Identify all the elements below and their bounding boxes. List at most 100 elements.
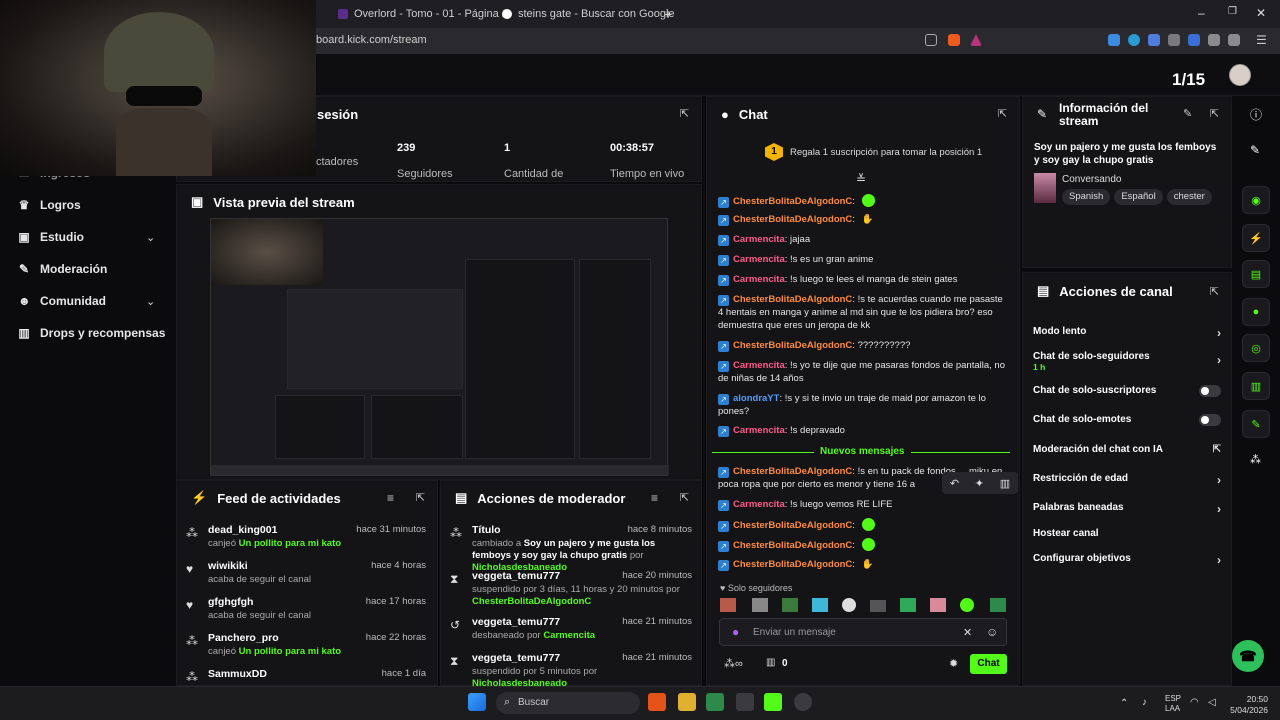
language-indicator[interactable]: ESP LAA (1165, 694, 1181, 714)
tag-chip[interactable]: Spanish (1062, 189, 1111, 205)
feed-item[interactable]: ♥ gfghgfgh hace 17 horas acaba de seguir el… (186, 596, 430, 626)
chat-message[interactable]: ↗ alondraYT: !s y si te invio un traje de… (718, 392, 1008, 418)
kick-emote-icon[interactable] (861, 194, 875, 207)
feed-item[interactable]: ♥ wiwikiki hace 4 horas acaba de seguir el … (186, 560, 430, 590)
settings-icon[interactable]: ✹ (949, 657, 958, 670)
chat-message[interactable]: ↗ Carmencita: !s luego vemos RE LIFE (718, 498, 1008, 511)
channel-action-row[interactable]: Modo lento › (1033, 326, 1221, 340)
chat-input[interactable]: ● Enviar un mensaje ✕ ☺ (719, 618, 1007, 646)
chat-username[interactable]: ChesterBolitaDeAlgodonC (733, 340, 852, 351)
chat-username[interactable]: alondraYT (733, 393, 779, 404)
emote-icon[interactable] (930, 598, 946, 612)
chat-username[interactable]: ChesterBolitaDeAlgodonC (733, 520, 852, 531)
chevron-right-icon[interactable]: › (1217, 326, 1221, 340)
emote-icon[interactable] (990, 598, 1006, 612)
feed-item[interactable]: ⁂ dead_king001 hace 31 minutos canjeó Un po… (186, 524, 430, 554)
channel-action-row[interactable]: Chat de solo-seguidores 1 h › (1033, 351, 1221, 372)
gift-sub-text[interactable]: Regala 1 suscripción para tomar la posic… (790, 147, 982, 158)
channel-action-row[interactable]: Chat de solo-emotes (1033, 414, 1221, 428)
mod-user[interactable]: veggeta_temu777 (472, 616, 560, 628)
edit-icon[interactable]: ✎ (1250, 143, 1260, 157)
menu-icon[interactable]: ☰ (1256, 34, 1268, 46)
emote-icon[interactable] (812, 598, 828, 612)
rail-button-actions[interactable]: ▥ (1242, 372, 1270, 400)
popout-icon[interactable]: ⇱ (680, 491, 689, 504)
rail-button-notes[interactable]: ▤ (1242, 260, 1270, 288)
chevron-right-icon[interactable]: › (1217, 553, 1221, 567)
mic-icon[interactable]: ♪ (1142, 697, 1147, 708)
popout-icon[interactable]: ⇱ (1210, 107, 1219, 120)
kick-emote-icon[interactable] (861, 538, 875, 551)
chat-message[interactable]: ↗ Carmencita: !s es un gran anime (718, 253, 1008, 266)
volume-icon[interactable]: ◁ (1208, 697, 1216, 708)
app-icon[interactable] (736, 693, 754, 711)
popout-icon[interactable]: ⇱ (1210, 285, 1219, 298)
pinned-toggle-icon[interactable]: ≚ (856, 172, 866, 186)
chat-message[interactable]: ↗ ChesterBolitaDeAlgodonC: (718, 518, 1008, 532)
chevron-right-icon[interactable]: › (1217, 473, 1221, 487)
mod-user[interactable]: veggeta_temu777 (472, 570, 560, 582)
mod-user[interactable]: veggeta_temu777 (472, 652, 560, 664)
extension-icon[interactable] (1168, 34, 1180, 46)
mic-icon[interactable]: ● (732, 625, 739, 639)
clock[interactable]: 20:50 5/04/2026 (1224, 694, 1268, 716)
chevron-right-icon[interactable]: › (1217, 353, 1221, 367)
feed-user[interactable]: SammuxDD (208, 668, 267, 680)
chat-message[interactable]: ↗ ChesterBolitaDeAlgodonC: !s te acuerdas… (718, 293, 1008, 332)
popout-icon[interactable]: ⇱ (416, 491, 425, 504)
sidebar-item-drops[interactable]: ▥ Drops y recompensas (18, 326, 165, 340)
chat-username[interactable]: Carmencita (733, 499, 785, 510)
extension-icon[interactable] (1108, 34, 1120, 46)
channel-action-row[interactable]: Palabras baneadas › (1033, 502, 1221, 516)
channel-action-row[interactable]: Configurar objetivos › (1033, 553, 1221, 567)
external-link-icon[interactable]: ⇱ (1213, 444, 1221, 455)
chevron-right-icon[interactable]: › (1217, 502, 1221, 516)
folder-icon[interactable] (678, 693, 696, 711)
brave-icon[interactable] (648, 693, 666, 711)
chevron-down-icon[interactable]: ⌄ (146, 295, 155, 308)
rail-button-lightning[interactable]: ⚡ (1242, 224, 1270, 252)
chat-message[interactable]: ↗ ChesterBolitaDeAlgodonC: ?????????? (718, 339, 1008, 352)
mod-action-item[interactable]: ↺ veggeta_temu777 hace 21 minutos desbanead… (450, 616, 694, 652)
emote-icon[interactable] (960, 598, 974, 612)
emote-icon[interactable] (752, 598, 768, 612)
brave-rewards-icon[interactable] (970, 34, 982, 46)
app-icon[interactable] (706, 693, 724, 711)
close-icon[interactable]: ✕ (1256, 6, 1266, 20)
channel-action-row[interactable]: Restricción de edad › (1033, 473, 1221, 487)
chat-username[interactable]: ChesterBolitaDeAlgodonC (733, 559, 852, 570)
translate-icon[interactable]: ✕ (963, 626, 972, 639)
popout-icon[interactable]: ⇱ (680, 107, 689, 120)
puzzle-icon[interactable] (1208, 34, 1220, 46)
feed-user[interactable]: Panchero_pro (208, 632, 279, 644)
chat-username[interactable]: ChesterBolitaDeAlgodonC (733, 196, 852, 207)
chat-message[interactable]: ↗ ChesterBolitaDeAlgodonC: ✋ (718, 213, 1008, 226)
channel-action-row[interactable]: Chat de solo-suscriptores (1033, 385, 1221, 399)
tag-chip[interactable]: chester (1166, 189, 1212, 205)
chevron-down-icon[interactable]: ⌄ (146, 231, 155, 244)
chat-username[interactable]: Carmencita (733, 274, 785, 285)
chat-message[interactable]: ↗ Carmencita: !s luego te lees el manga d… (718, 273, 1008, 286)
tab-overlord[interactable]: Overlord - Tomo - 01 - Página 1 (338, 4, 508, 24)
emote-icon[interactable] (900, 598, 916, 612)
filter-icon[interactable]: ≡ (387, 491, 394, 505)
chat-username[interactable]: Carmencita (733, 425, 785, 436)
extension-icon[interactable] (1128, 34, 1140, 46)
chat-message[interactable]: ↗ Carmencita: !s yo te dije que me pasara… (718, 359, 1008, 385)
feed-user[interactable]: wiwikiki (208, 560, 248, 572)
mod-action-item[interactable]: ⁂ Título hace 8 minutos cambiado a Soy un p… (450, 524, 694, 573)
channel-action-row[interactable]: Hostear canal (1033, 528, 1221, 542)
chat-username[interactable]: ChesterBolitaDeAlgodonC (733, 540, 852, 551)
sidebar-item-logros[interactable]: ♛ Logros (18, 198, 81, 212)
sidebar-icon[interactable] (1228, 34, 1240, 46)
chat-message[interactable]: ↗ ChesterBolitaDeAlgodonC: (718, 538, 1008, 552)
share-icon[interactable] (925, 34, 937, 46)
emote-icon[interactable] (842, 598, 856, 612)
mod-actor[interactable]: ChesterBolitaDeAlgodonC (472, 596, 591, 607)
rail-button-camera[interactable]: ◉ (1242, 186, 1270, 214)
points-icon[interactable]: ▥ (766, 657, 775, 668)
filter-icon[interactable]: ≡ (651, 491, 658, 505)
tab-google[interactable]: steins gate - Buscar con Google (502, 4, 675, 24)
chat-username[interactable]: ChesterBolitaDeAlgodonC (733, 214, 852, 225)
chat-message[interactable]: ↗ ChesterBolitaDeAlgodonC: (718, 194, 1008, 208)
